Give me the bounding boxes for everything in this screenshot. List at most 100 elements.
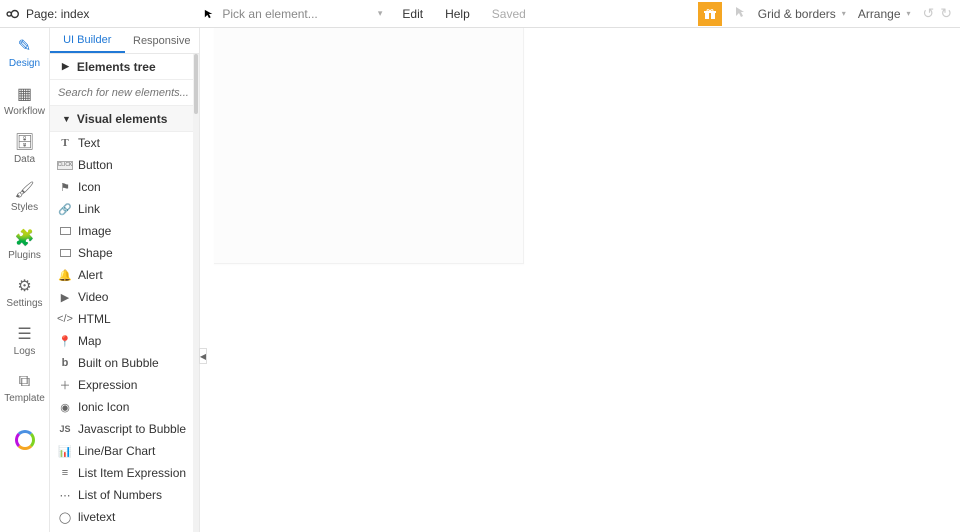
element-item-label: HTML <box>78 312 111 326</box>
element-item-label: Javascript to Bubble <box>78 422 186 436</box>
element-item[interactable]: ≡ List Item Expression <box>50 462 199 484</box>
box-icon <box>58 246 72 260</box>
data-icon: 🗄 <box>14 132 34 152</box>
link-icon: 🔗 <box>58 202 72 216</box>
styles-icon: 🖌 <box>14 180 34 200</box>
element-item-label: List of Numbers <box>78 488 162 502</box>
element-item-label: Text <box>78 136 100 150</box>
redo-button[interactable]: ↻ <box>940 5 952 22</box>
saved-status: Saved <box>492 7 526 21</box>
element-item[interactable]: ◯ livetext <box>50 506 199 528</box>
nav-workflow-label: Workflow <box>4 106 45 117</box>
nav-styles[interactable]: 🖌 Styles <box>0 172 49 220</box>
grid-borders-dropdown[interactable]: Grid & borders ▾ <box>758 7 846 21</box>
arrange-dropdown[interactable]: Arrange ▾ <box>858 7 911 21</box>
chevron-down-icon: ▾ <box>907 9 911 18</box>
plugins-icon: 🧩 <box>15 228 35 248</box>
element-item[interactable]: ⋯ List of Numbers <box>50 484 199 506</box>
template-icon: ⧉ <box>19 373 30 391</box>
element-picker-dropdown[interactable]: Pick an element... ▾ <box>222 7 382 21</box>
element-item[interactable]: 🔔 Alert <box>50 264 199 286</box>
list-icon: ≡ <box>58 466 72 480</box>
canvas-page-shadow <box>214 28 524 264</box>
circ-icon: ◯ <box>58 510 72 524</box>
element-item[interactable]: 📊 Line/Bar Chart <box>50 440 199 462</box>
element-item-label: Video <box>78 290 108 304</box>
scrollbar-thumb[interactable] <box>194 54 198 114</box>
element-item[interactable]: ⚑Icon <box>50 176 199 198</box>
select-tool-icon[interactable] <box>734 6 746 21</box>
element-item[interactable]: b Built on Bubble <box>50 352 199 374</box>
element-item[interactable]: 🔗 Link <box>50 198 199 220</box>
page-label: Page: index <box>26 7 89 21</box>
nav-logs[interactable]: ☰ Logs <box>0 316 49 364</box>
text-icon: T <box>58 136 72 150</box>
nav-color-ring[interactable] <box>0 416 49 464</box>
element-item[interactable]: JS Javascript to Bubble <box>50 418 199 440</box>
logs-icon: ☰ <box>17 324 31 344</box>
element-item[interactable]: ◉Ionic Icon <box>50 396 199 418</box>
code-icon: </> <box>58 312 72 326</box>
settings-icon: ⚙ <box>17 276 31 296</box>
bell-icon: 🔔 <box>58 268 72 282</box>
element-item-label: Alert <box>78 268 103 282</box>
element-item[interactable]: CLICK Button <box>50 154 199 176</box>
grid-borders-label: Grid & borders <box>758 7 836 21</box>
element-item-label: livetext <box>78 510 115 524</box>
design-icon: ✎ <box>18 36 31 56</box>
video-icon: ▶ <box>58 290 72 304</box>
arrange-label: Arrange <box>858 7 901 21</box>
plus-icon: ＋ <box>58 378 72 392</box>
pin-icon: 📍 <box>58 334 72 348</box>
element-item[interactable]: Shape <box>50 242 199 264</box>
workflow-icon: ▦ <box>17 84 32 104</box>
element-item[interactable]: gMaterial Icon <box>50 528 199 532</box>
nav-workflow[interactable]: ▦ Workflow <box>0 76 49 124</box>
collapse-panel-handle[interactable]: ◀ <box>199 348 207 364</box>
nav-template[interactable]: ⧉ Template <box>0 364 49 412</box>
element-item-label: Built on Bubble <box>78 356 159 370</box>
tab-responsive[interactable]: Responsive <box>125 28 200 53</box>
element-item-label: Image <box>78 224 111 238</box>
element-item[interactable]: ＋Expression <box>50 374 199 396</box>
chart-icon: 📊 <box>58 444 72 458</box>
element-item[interactable]: T Text <box>50 132 199 154</box>
nav-design-label: Design <box>9 58 40 69</box>
element-item-label: List Item Expression <box>78 466 186 480</box>
elements-tree-toggle[interactable]: ▶ Elements tree <box>50 54 199 80</box>
gift-icon[interactable] <box>698 2 722 26</box>
nav-settings-label: Settings <box>6 298 42 309</box>
nav-logs-label: Logs <box>14 346 36 357</box>
element-item[interactable]: ▶ Video <box>50 286 199 308</box>
visual-elements-label: Visual elements <box>77 112 168 126</box>
dots-icon: ⋯ <box>58 488 72 502</box>
picker-placeholder: Pick an element... <box>222 7 317 21</box>
edit-menu[interactable]: Edit <box>402 7 423 21</box>
panel-scrollbar[interactable] <box>193 54 199 532</box>
chevron-down-icon: ▼ <box>62 114 71 124</box>
visual-elements-header[interactable]: ▼ Visual elements <box>50 106 199 132</box>
b-icon: b <box>58 356 72 370</box>
js-icon: JS <box>58 422 72 436</box>
nav-settings[interactable]: ⚙ Settings <box>0 268 49 316</box>
undo-button[interactable]: ↺ <box>923 5 935 22</box>
tab-ui-builder[interactable]: UI Builder <box>50 28 125 53</box>
search-elements-input[interactable] <box>50 80 199 105</box>
nav-plugins[interactable]: 🧩 Plugins <box>0 220 49 268</box>
nav-design[interactable]: ✎ Design <box>0 28 49 76</box>
canvas-area[interactable]: ◀ <box>200 28 960 532</box>
chevron-down-icon: ▾ <box>378 8 383 19</box>
element-item[interactable]: Image <box>50 220 199 242</box>
nav-data[interactable]: 🗄 Data <box>0 124 49 172</box>
element-item-label: Shape <box>78 246 113 260</box>
app-logo[interactable] <box>0 0 24 28</box>
element-item-label: Line/Bar Chart <box>78 444 155 458</box>
click-icon: CLICK <box>58 158 72 172</box>
element-item-label: Button <box>78 158 113 172</box>
chevron-right-icon: ▶ <box>62 61 69 72</box>
element-item[interactable]: 📍Map <box>50 330 199 352</box>
element-item[interactable]: </> HTML <box>50 308 199 330</box>
element-item-label: Link <box>78 202 100 216</box>
help-menu[interactable]: Help <box>445 7 470 21</box>
element-item-label: Icon <box>78 180 101 194</box>
